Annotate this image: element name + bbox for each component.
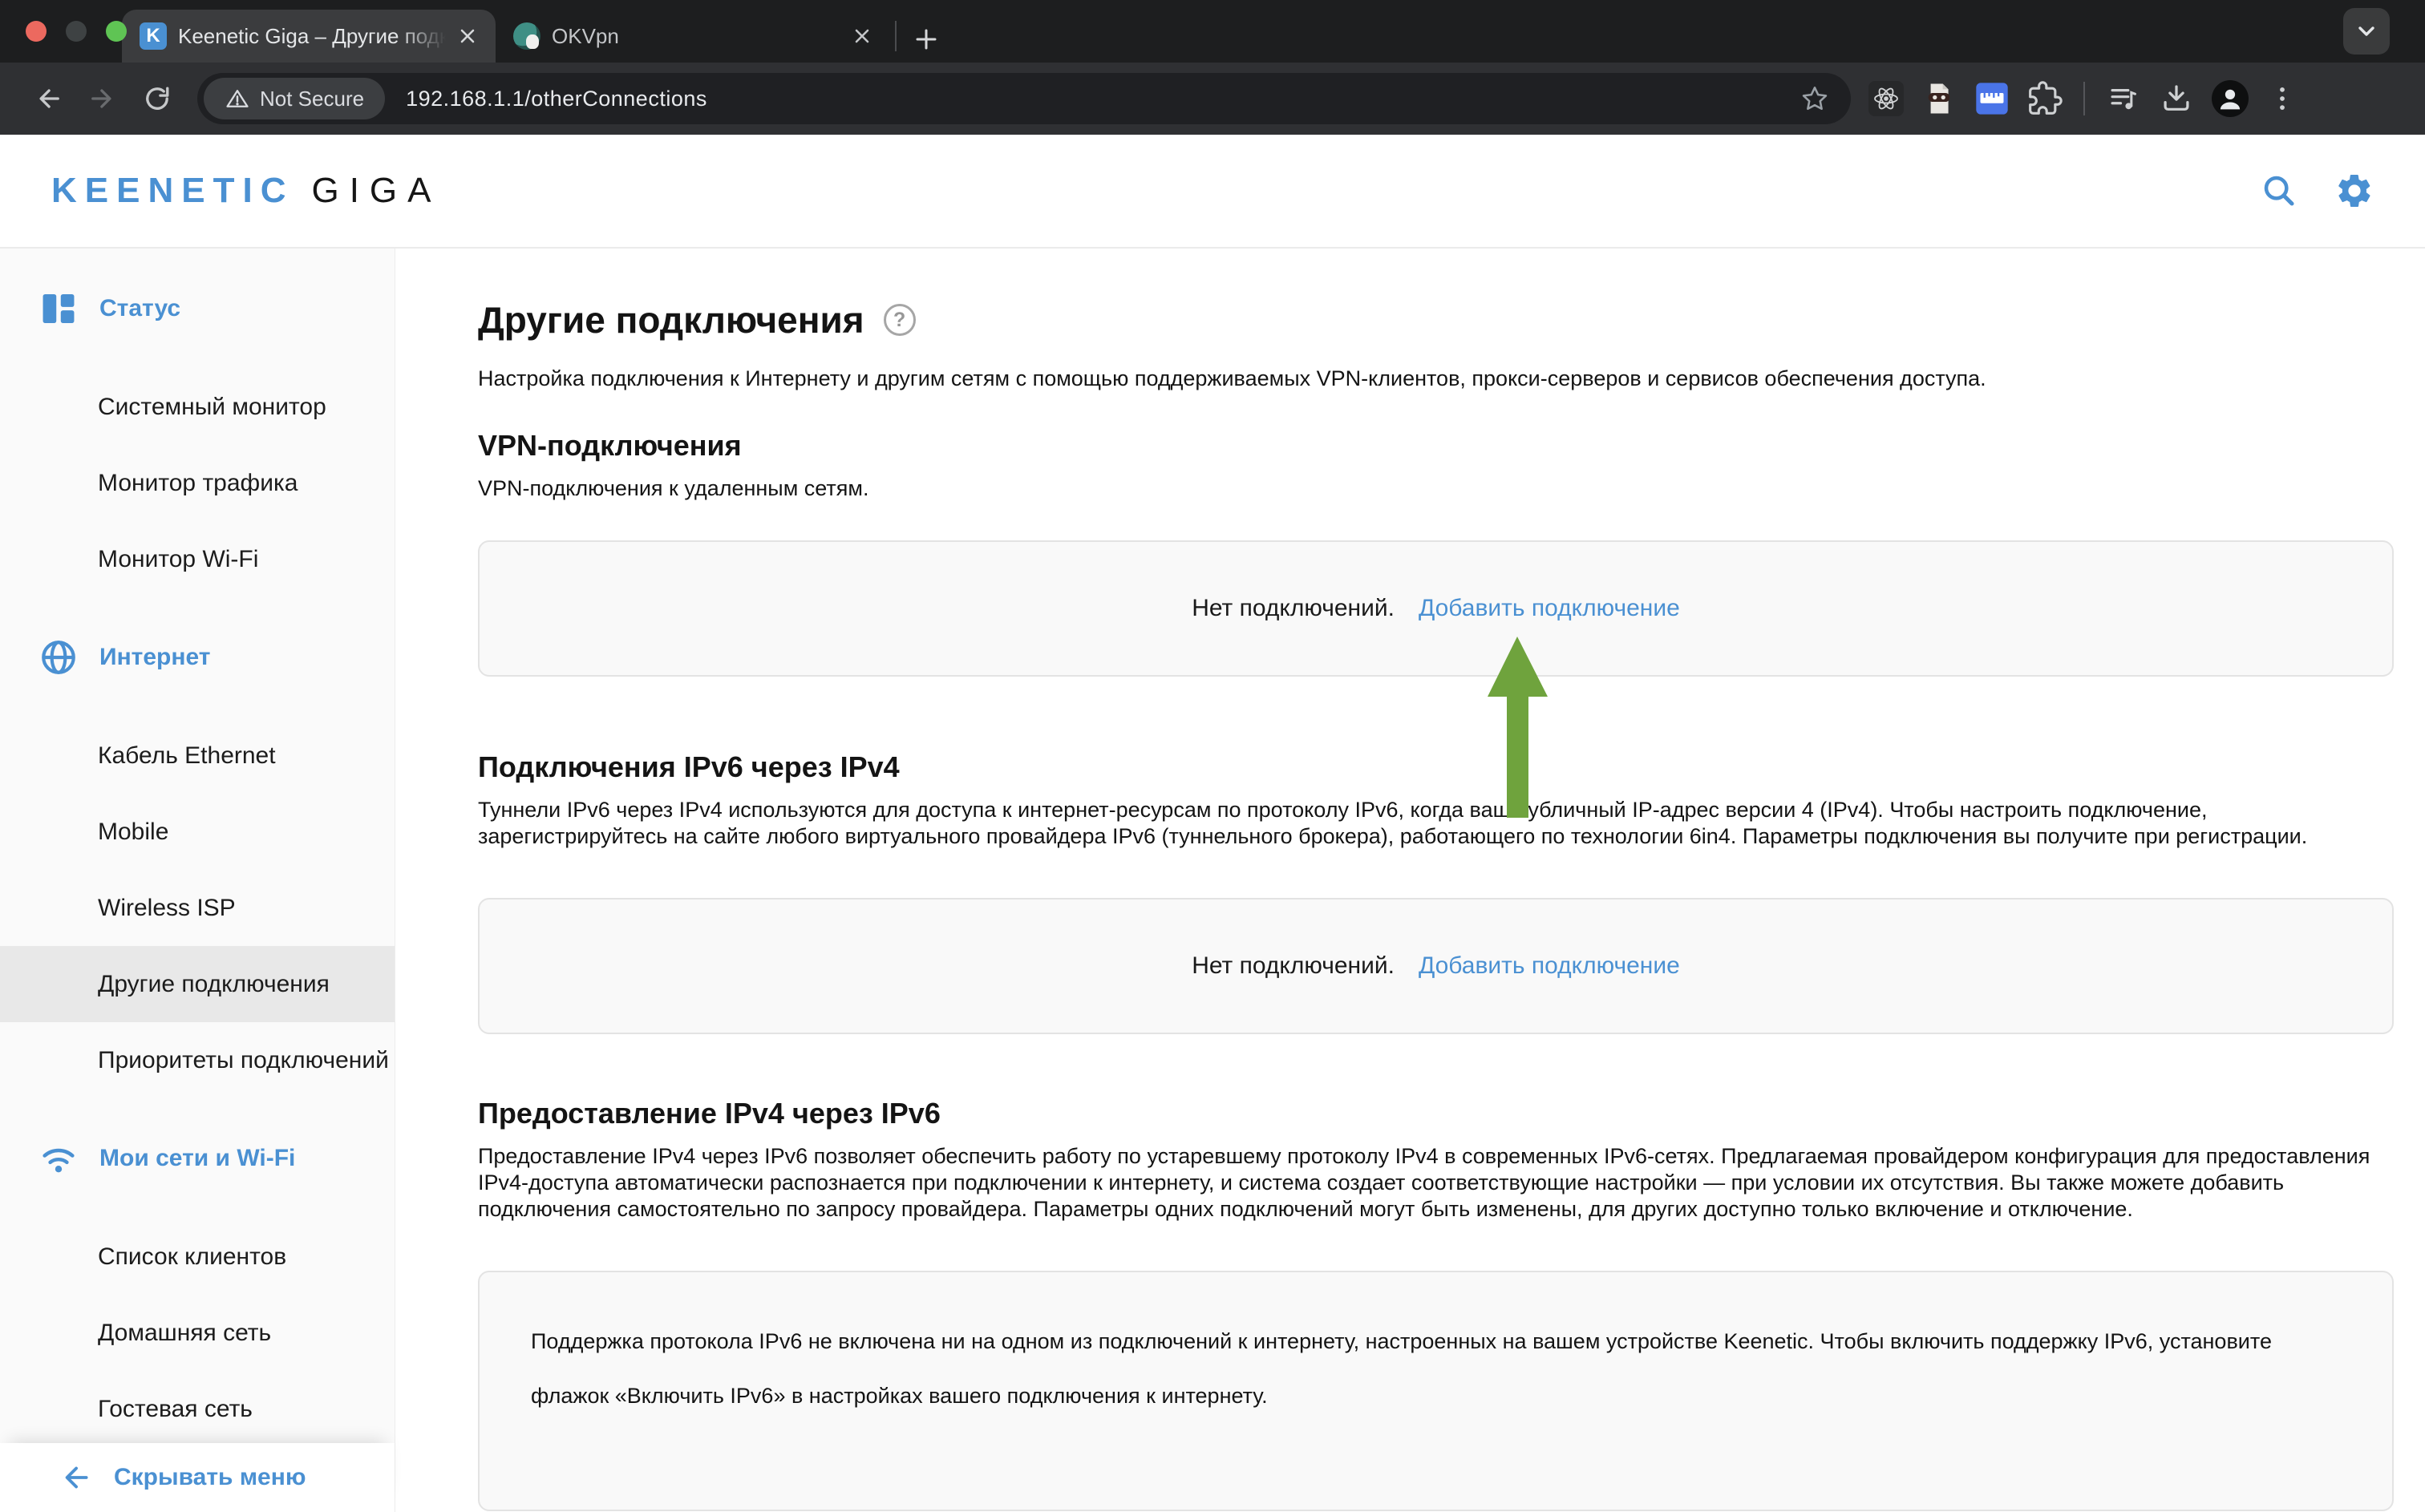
page-title: Другие подключения — [478, 298, 864, 342]
sidebar-item-other-connections[interactable]: Другие подключения — [0, 946, 395, 1022]
vpn-section-description: VPN-подключения к удаленным сетям. — [478, 475, 2394, 502]
react-devtools-extension-icon[interactable] — [1868, 81, 1904, 116]
ipv4-section-heading: Предоставление IPv4 через IPv6 — [478, 1097, 2394, 1130]
browser-menu-icon[interactable] — [2266, 83, 2298, 115]
ipv6-section-heading: Подключения IPv6 через IPv4 — [478, 750, 2394, 784]
sidebar-item-system-monitor[interactable]: Системный монитор — [0, 369, 395, 445]
wifi-icon — [38, 1138, 79, 1178]
tab-strip-divider — [895, 21, 897, 51]
bookmark-star-icon[interactable] — [1800, 83, 1830, 114]
okvpn-favicon — [513, 22, 540, 50]
vpn-empty-text: Нет подключений. — [1192, 595, 1395, 622]
downloads-icon[interactable] — [2159, 81, 2194, 116]
sidebar-item-client-list[interactable]: Список клиентов — [0, 1219, 395, 1295]
ipv6-empty-text: Нет подключений. — [1192, 952, 1395, 980]
sidebar-item-home-network[interactable]: Домашняя сеть — [0, 1295, 395, 1371]
close-window-button[interactable] — [26, 21, 47, 42]
main-content: Другие подключения ? Настройка подключен… — [395, 249, 2425, 1512]
ipv6-add-connection-link[interactable]: Добавить подключение — [1419, 952, 1680, 980]
keenetic-favicon: K — [140, 22, 167, 50]
vpn-section-heading: VPN-подключения — [478, 429, 2394, 463]
browser-tab-strip: K Keenetic Giga – Другие подк OKVpn — [0, 0, 2425, 63]
sidebar-item-connection-priorities[interactable]: Приоритеты подключений — [0, 1022, 395, 1098]
ipv6-section-description: Туннели IPv6 через IPv4 используются для… — [478, 797, 2394, 850]
gear-icon[interactable] — [2335, 172, 2374, 210]
profile-avatar[interactable] — [2212, 80, 2249, 117]
arrow-left-icon — [56, 1459, 93, 1496]
sidebar-section-label: Мои сети и Wi-Fi — [99, 1145, 295, 1172]
tab-title: Keenetic Giga – Другие подк — [178, 24, 446, 49]
sidebar-section-my-networks[interactable]: Мои сети и Wi-Fi — [0, 1130, 395, 1187]
sidebar-item-mobile[interactable]: Mobile — [0, 794, 395, 870]
extensions-puzzle-icon[interactable] — [2027, 81, 2063, 116]
vpn-add-connection-link[interactable]: Добавить подключение — [1419, 595, 1680, 622]
tab-keenetic-giga[interactable]: K Keenetic Giga – Другие подк — [122, 10, 496, 63]
close-tab-icon[interactable] — [852, 26, 872, 46]
help-icon[interactable]: ? — [884, 304, 916, 336]
security-chip[interactable]: Not Secure — [204, 78, 385, 119]
sidebar-item-wireless-isp[interactable]: Wireless ISP — [0, 870, 395, 946]
back-button[interactable] — [32, 83, 64, 115]
address-bar[interactable]: Not Secure 192.168.1.1/otherConnections — [197, 73, 1851, 124]
sidebar-item-guest-network[interactable]: Гостевая сеть — [0, 1371, 395, 1447]
tab-search-button[interactable] — [2343, 8, 2390, 55]
warning-icon — [225, 86, 250, 111]
browser-toolbar: Not Secure 192.168.1.1/otherConnections — [0, 63, 2425, 135]
sidebar-item-ethernet-cable[interactable]: Кабель Ethernet — [0, 718, 395, 794]
page-subtitle: Настройка подключения к Интернету и друг… — [478, 366, 2394, 392]
collapse-menu-button[interactable]: Скрывать меню — [0, 1443, 395, 1512]
mask-document-extension-icon[interactable] — [1921, 81, 1957, 116]
collapse-menu-label: Скрывать меню — [114, 1464, 306, 1491]
ipv6-notice-card: Поддержка протокола IPv6 не включена ни … — [478, 1271, 2394, 1511]
new-tab-button[interactable] — [911, 24, 941, 55]
tab-title: OKVpn — [552, 24, 840, 49]
sidebar-item-traffic-monitor[interactable]: Монитор трафика — [0, 445, 395, 521]
sidebar-section-status[interactable]: Статус — [0, 281, 395, 337]
close-tab-icon[interactable] — [457, 26, 478, 46]
ipv6-empty-card: Нет подключений. Добавить подключение — [478, 898, 2394, 1034]
window-controls — [26, 21, 127, 42]
search-icon[interactable] — [2260, 172, 2298, 210]
fullscreen-window-button[interactable] — [106, 21, 127, 42]
tab-okvpn[interactable]: OKVpn — [496, 10, 890, 63]
reload-button[interactable] — [141, 83, 173, 115]
globe-icon — [38, 637, 79, 677]
url-text[interactable]: 192.168.1.1/otherConnections — [406, 87, 707, 111]
keenetic-logo: KEENETIC — [51, 171, 294, 211]
sidebar-section-internet[interactable]: Интернет — [0, 629, 395, 685]
security-chip-label: Not Secure — [260, 87, 364, 111]
model-name: GIGA — [311, 171, 441, 211]
green-arrow-annotation — [1480, 633, 1556, 819]
forward-button[interactable] — [87, 83, 119, 115]
ruler-extension-icon[interactable] — [1974, 81, 2010, 116]
media-controls-icon[interactable] — [2106, 81, 2141, 116]
app-header: KEENETIC GIGA — [0, 135, 2425, 249]
sidebar-item-wifi-monitor[interactable]: Монитор Wi-Fi — [0, 521, 395, 597]
toolbar-divider — [2083, 82, 2085, 115]
ipv4-section-description: Предоставление IPv4 через IPv6 позволяет… — [478, 1143, 2394, 1223]
sidebar: Статус Системный монитор Монитор трафика… — [0, 249, 395, 1512]
vpn-empty-card: Нет подключений. Добавить подключение — [478, 540, 2394, 677]
ipv6-notice-text: Поддержка протокола IPv6 не включена ни … — [531, 1329, 2272, 1408]
sidebar-section-label: Статус — [99, 295, 180, 322]
minimize-window-button[interactable] — [66, 21, 87, 42]
dashboard-icon — [38, 289, 79, 329]
sidebar-section-label: Интернет — [99, 644, 211, 671]
